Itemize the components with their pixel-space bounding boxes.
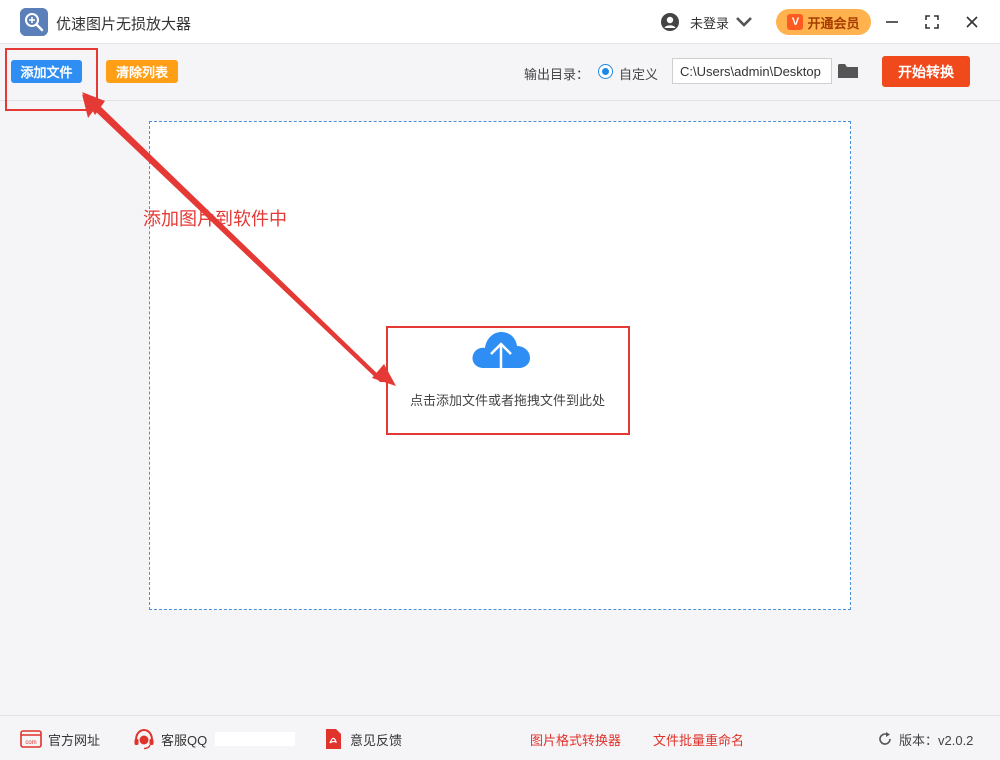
close-button[interactable] — [960, 10, 984, 34]
official-website-link[interactable]: com 官方网址 — [20, 728, 100, 750]
official-website-label: 官方网址 — [48, 732, 101, 748]
user-login-menu[interactable]: 未登录 — [660, 10, 754, 34]
feedback-link[interactable]: 意见反馈 — [322, 728, 402, 750]
batch-rename-link[interactable]: 文件批量重命名 — [653, 728, 744, 750]
annotation-box-add-button — [5, 48, 98, 111]
close-icon — [966, 16, 978, 28]
open-vip-label: 开通会员 — [807, 15, 860, 31]
app-title: 优速图片无损放大器 — [56, 16, 192, 33]
open-vip-button[interactable]: V 开通会员 — [776, 9, 871, 35]
refresh-icon — [879, 732, 891, 745]
qq-number-field — [215, 732, 295, 746]
annotation-box-drop-area — [386, 326, 630, 435]
footer-bar: com 官方网址 客服QQ 意见反馈 图片格式转换器 文件批量重命名 版本：v2… — [0, 715, 1000, 760]
custom-directory-label: 自定义 — [619, 67, 659, 82]
output-directory-label: 输出目录： — [524, 67, 590, 82]
website-icon: com — [20, 730, 42, 748]
customer-qq-link[interactable]: 客服QQ — [133, 728, 207, 750]
svg-text:com: com — [25, 740, 36, 746]
feedback-label: 意见反馈 — [350, 732, 403, 748]
folder-icon[interactable] — [837, 60, 859, 82]
start-convert-button[interactable]: 开始转换 — [882, 56, 970, 87]
headset-icon — [134, 728, 154, 750]
maximize-icon — [925, 15, 939, 29]
maximize-button[interactable] — [920, 10, 944, 34]
version-label: 版本：v2.0.2 — [899, 732, 974, 748]
app-logo-icon — [20, 8, 48, 36]
title-bar: 优速图片无损放大器 未登录 V 开通会员 — [0, 0, 1000, 44]
chevron-down-icon — [736, 17, 752, 27]
annotation-label: 添加图片到软件中 — [143, 209, 287, 229]
clear-list-button[interactable]: 清除列表 — [106, 60, 178, 83]
version-info: 版本：v2.0.2 — [877, 728, 973, 750]
minimize-button[interactable] — [880, 10, 904, 34]
vip-badge-icon: V — [787, 14, 804, 30]
custom-directory-radio[interactable] — [598, 64, 613, 79]
user-avatar-icon — [661, 13, 679, 31]
customer-qq-label: 客服QQ — [161, 732, 208, 748]
toolbar: 添加文件 清除列表 输出目录： 自定义 开始转换 — [0, 45, 1000, 101]
output-path-input[interactable] — [672, 58, 832, 84]
pdf-feedback-icon — [326, 729, 341, 749]
user-login-label: 未登录 — [690, 15, 730, 31]
format-converter-link[interactable]: 图片格式转换器 — [530, 728, 621, 750]
minimize-icon — [886, 21, 898, 23]
